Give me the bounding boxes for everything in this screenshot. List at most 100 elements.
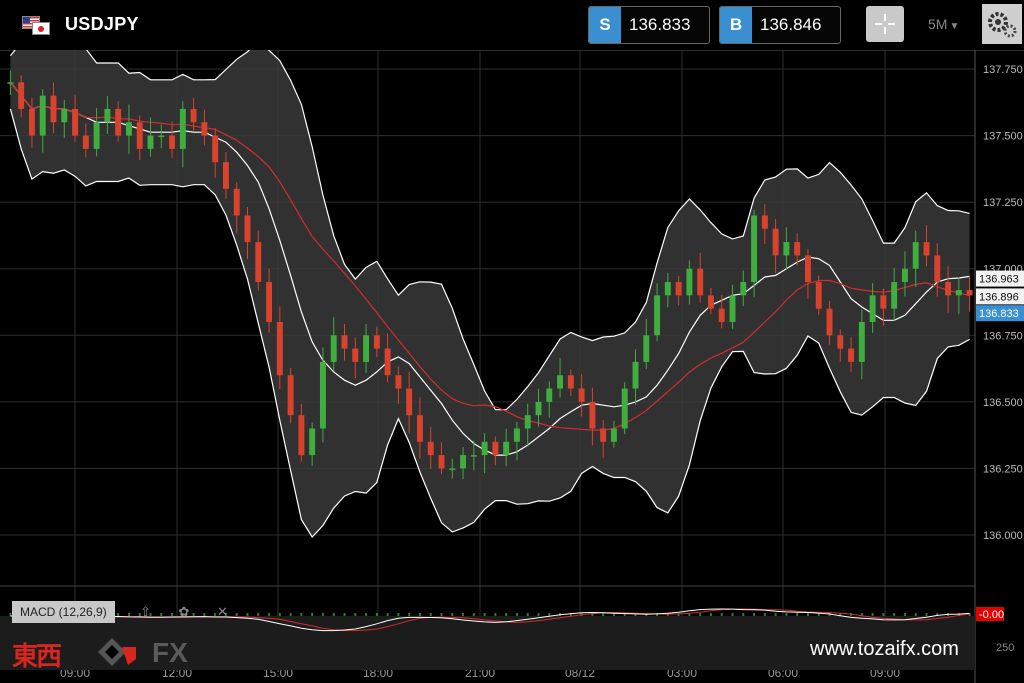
watermark-fx: FX [152, 637, 188, 668]
macd-histogram-bar [763, 613, 766, 616]
watermark-url: www.tozaifx.com [810, 638, 959, 660]
symbol-title[interactable]: USDJPY [65, 14, 139, 35]
macd-histogram-bar [806, 613, 809, 616]
watermark-logo: 東西 FX [12, 635, 202, 672]
macd-histogram-bar [914, 613, 917, 616]
macd-histogram-bar [903, 613, 906, 616]
candle-body [557, 375, 564, 389]
candle-body [190, 108, 197, 123]
candle-body [125, 122, 132, 136]
macd-histogram-bar [397, 613, 400, 616]
candle-body [675, 282, 682, 296]
macd-histogram-bar [386, 613, 389, 616]
candle-body [880, 295, 887, 309]
candle-body [255, 242, 262, 283]
candle-body [61, 108, 68, 123]
buy-price: 136.846 [760, 15, 822, 34]
candle-body [804, 255, 811, 283]
candle-body [632, 361, 639, 389]
macd-histogram-bar [246, 613, 249, 616]
candle-body [460, 455, 467, 469]
candle-body [740, 282, 747, 296]
macd-histogram-bar [375, 613, 378, 616]
macd-histogram-bar [742, 613, 745, 616]
candle-body [524, 415, 531, 429]
chevron-down-icon: ▼ [949, 21, 960, 32]
macd-controls[interactable]: ⇧ ✿ ✕ [140, 604, 240, 620]
candle-body [966, 290, 973, 296]
candle-body [384, 348, 391, 376]
macd-indicator-label[interactable]: MACD (12,26,9) [12, 601, 115, 623]
macd-histogram-bar [526, 613, 529, 616]
candle-body [492, 441, 499, 456]
candle-body [212, 135, 219, 163]
candle-body [72, 108, 79, 136]
crosshair-button[interactable] [866, 6, 904, 42]
macd-histogram-bar [365, 613, 368, 616]
candle-body [848, 348, 855, 362]
fx-diamond-icon [98, 638, 136, 666]
candle-body [115, 108, 122, 136]
macd-histogram-bar [268, 613, 271, 616]
candle-body [341, 335, 348, 349]
macd-histogram-bar [785, 613, 788, 616]
sell-price: 136.833 [629, 15, 691, 34]
candle-body [815, 282, 822, 309]
price-chart[interactable]: 137.750137.500137.250137.000136.750136.5… [0, 50, 1024, 683]
candle-body [82, 135, 89, 149]
candle-body [578, 388, 585, 402]
candle-body [794, 242, 801, 256]
candle-body [772, 228, 779, 256]
macd-histogram-bar [311, 613, 314, 616]
candle-body [912, 242, 919, 269]
macd-histogram-bar [127, 613, 130, 616]
macd-histogram-bar [343, 613, 346, 616]
sell-button[interactable]: S 136.833 [588, 6, 710, 44]
buy-button[interactable]: B 136.846 [719, 6, 841, 44]
candle-body [233, 188, 240, 216]
macd-histogram-bar [257, 613, 260, 616]
macd-histogram-bar [354, 613, 357, 616]
candle-body [470, 455, 477, 457]
candle-body [697, 268, 704, 296]
candle-body [858, 321, 865, 362]
macd-histogram-bar [709, 613, 712, 616]
currency-flags-icon [22, 16, 52, 35]
macd-histogram-bar [796, 613, 799, 616]
candle-body [266, 282, 273, 322]
candle-body [427, 441, 434, 456]
candle-body [751, 215, 758, 283]
candle-body [761, 215, 768, 229]
candle-body [686, 268, 693, 296]
candle-body [513, 428, 520, 442]
macd-histogram-bar [731, 613, 734, 616]
candle-body [363, 335, 370, 362]
settings-button[interactable] [982, 4, 1022, 44]
candle-body [330, 335, 337, 362]
candle-body [934, 255, 941, 283]
candle-body [643, 335, 650, 362]
macd-histogram-bar [537, 613, 540, 616]
candle-body [869, 295, 876, 322]
candle-body [955, 290, 962, 296]
macd-histogram-bar [720, 613, 723, 616]
candle-body [276, 321, 283, 376]
macd-histogram-bar [505, 613, 508, 616]
macd-histogram-bar [515, 613, 518, 616]
candle-body [621, 388, 628, 429]
macd-histogram-bar [462, 613, 465, 616]
top-toolbar: USDJPY S 136.833 B 136.846 5M ▼ [0, 0, 1024, 51]
candle-body [729, 295, 736, 322]
candle-body [610, 428, 617, 442]
candle-body [147, 135, 154, 149]
candle-body [18, 82, 25, 109]
timeframe-selector[interactable]: 5M ▼ [928, 16, 959, 32]
macd-histogram-bar [440, 613, 443, 616]
price-tick-label: 137.750 [983, 64, 1023, 76]
macd-histogram-bar [300, 613, 303, 616]
price-tick-label: 136.000 [983, 530, 1023, 542]
candle-body [298, 415, 305, 456]
macd-histogram-bar [494, 613, 497, 616]
candle-body [923, 242, 930, 256]
price-axis: 137.750137.500137.250137.000136.750136.5… [976, 64, 1024, 542]
